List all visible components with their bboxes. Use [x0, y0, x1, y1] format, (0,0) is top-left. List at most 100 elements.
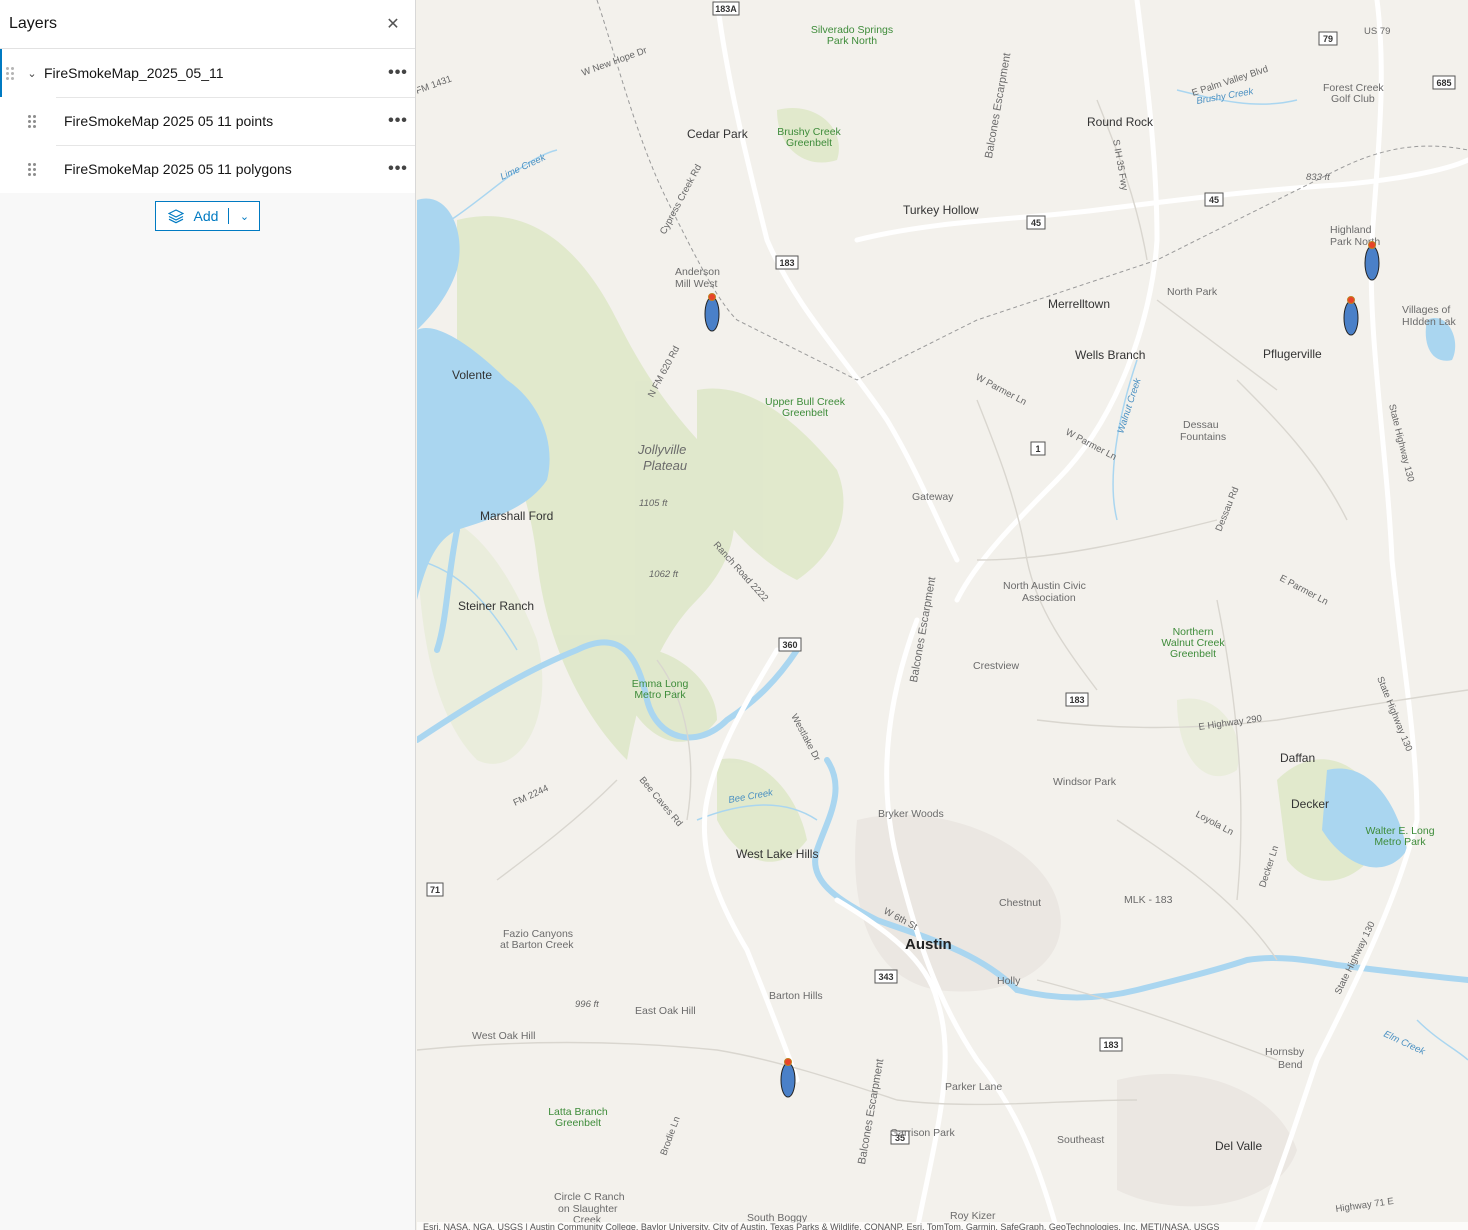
svg-text:North Park: North Park [1167, 286, 1218, 298]
svg-text:Greenbelt: Greenbelt [782, 407, 828, 419]
svg-text:Bee Caves Rd: Bee Caves Rd [637, 775, 685, 829]
svg-text:Brodie Ln: Brodie Ln [658, 1115, 682, 1157]
svg-text:Volente: Volente [452, 368, 492, 382]
svg-text:Highway 71 E: Highway 71 E [1335, 1196, 1395, 1215]
svg-text:Austin: Austin [905, 936, 952, 953]
chevron-down-icon[interactable]: ⌄ [24, 67, 40, 80]
svg-text:Windsor Park: Windsor Park [1053, 776, 1117, 788]
svg-text:Villages of: Villages of [1402, 304, 1450, 316]
fire-marker-icon [704, 293, 720, 332]
divider [56, 97, 415, 98]
svg-text:685: 685 [1436, 78, 1451, 88]
svg-text:Southeast: Southeast [1057, 1134, 1104, 1146]
layer-name: FireSmokeMap 2025 05 11 polygons [64, 161, 292, 177]
svg-text:Barton Hills: Barton Hills [769, 990, 823, 1002]
fire-markers [704, 241, 1380, 1098]
add-layer-area: Add ⌄ [0, 193, 415, 231]
fire-marker-icon [1343, 296, 1359, 336]
svg-text:183: 183 [1103, 1040, 1118, 1050]
add-layer-button[interactable]: Add ⌄ [154, 201, 261, 231]
svg-text:183: 183 [779, 258, 794, 268]
svg-text:Round Rock: Round Rock [1087, 115, 1154, 129]
svg-text:Greenbelt: Greenbelt [786, 137, 832, 149]
svg-text:Loyola Ln: Loyola Ln [1194, 809, 1236, 838]
svg-text:Garrison Park: Garrison Park [890, 1127, 956, 1139]
map-view[interactable]: 183A 79 685 45 45 183 1 360 183 71 343 1… [417, 0, 1468, 1230]
svg-text:360: 360 [782, 640, 797, 650]
drag-handle-icon[interactable] [28, 114, 36, 128]
svg-text:W Parmer Ln: W Parmer Ln [1064, 427, 1119, 463]
svg-text:Daffan: Daffan [1280, 751, 1315, 765]
svg-text:1105 ft: 1105 ft [639, 498, 668, 509]
svg-text:FM 1431: FM 1431 [417, 74, 453, 97]
more-options-icon[interactable]: ••• [381, 160, 415, 178]
svg-text:Decker Ln: Decker Ln [1257, 844, 1281, 889]
svg-text:HIdden Lak: HIdden Lak [1402, 316, 1456, 328]
svg-text:Turkey Hollow: Turkey Hollow [903, 203, 979, 217]
svg-text:N FM 620 Rd: N FM 620 Rd [646, 344, 682, 399]
svg-text:Circle C Ranch: Circle C Ranch [554, 1191, 625, 1203]
more-options-icon[interactable]: ••• [381, 64, 415, 82]
drag-handle-icon[interactable] [28, 162, 36, 176]
layers-icon [167, 209, 184, 224]
svg-text:W New Hope Dr: W New Hope Dr [580, 45, 648, 79]
svg-text:Del Valle: Del Valle [1215, 1139, 1262, 1153]
svg-text:833 ft: 833 ft [1306, 172, 1330, 183]
layer-row-polygons[interactable]: FireSmokeMap 2025 05 11 polygons ••• [0, 145, 415, 193]
svg-text:Bryker Woods: Bryker Woods [878, 808, 944, 820]
svg-text:343: 343 [878, 972, 893, 982]
svg-text:East Oak Hill: East Oak Hill [635, 1005, 696, 1017]
svg-text:Steiner Ranch: Steiner Ranch [458, 599, 534, 613]
svg-text:Decker: Decker [1291, 797, 1329, 811]
svg-text:Wells Branch: Wells Branch [1075, 348, 1145, 362]
svg-text:Cedar Park: Cedar Park [687, 127, 749, 141]
svg-text:Hornsby: Hornsby [1265, 1046, 1305, 1058]
svg-text:996 ft: 996 ft [575, 999, 599, 1010]
svg-text:Balcones Escarpment: Balcones Escarpment [856, 1058, 886, 1165]
chevron-down-icon[interactable]: ⌄ [229, 202, 259, 230]
map-attribution: Esri, NASA, NGA, USGS | Austin Community… [417, 1222, 1468, 1230]
svg-text:E Parmer Ln: E Parmer Ln [1278, 573, 1330, 608]
svg-text:Greenbelt: Greenbelt [1170, 648, 1216, 660]
panel-title: Layers [9, 15, 58, 32]
svg-text:Bend: Bend [1278, 1059, 1303, 1071]
svg-text:Golf Club: Golf Club [1331, 93, 1375, 105]
svg-text:Greenbelt: Greenbelt [555, 1117, 601, 1129]
add-button-main[interactable]: Add [156, 202, 229, 230]
add-button-label: Add [193, 208, 219, 224]
layer-group-name: FireSmokeMap_2025_05_11 [44, 65, 224, 81]
layers-panel: Layers ✕ ⌄ FireSmokeMap_2025_05_11 ••• F… [0, 0, 416, 1230]
svg-text:Metro Park: Metro Park [1374, 836, 1426, 848]
close-icon[interactable]: ✕ [381, 12, 405, 36]
svg-text:71: 71 [430, 885, 440, 895]
svg-text:West Oak Hill: West Oak Hill [472, 1030, 535, 1042]
svg-text:Association: Association [1022, 592, 1076, 604]
layer-group-row[interactable]: ⌄ FireSmokeMap_2025_05_11 ••• [0, 49, 415, 97]
svg-text:Dessau Rd: Dessau Rd [1214, 485, 1242, 533]
svg-text:Metro Park: Metro Park [634, 689, 686, 701]
svg-text:Balcones Escarpment: Balcones Escarpment [983, 52, 1013, 159]
svg-text:1: 1 [1035, 444, 1040, 454]
svg-text:Fountains: Fountains [1180, 431, 1226, 443]
svg-text:1062 ft: 1062 ft [649, 569, 678, 580]
svg-text:West Lake Hills: West Lake Hills [736, 847, 818, 861]
layers-panel-header: Layers ✕ [0, 0, 415, 49]
svg-text:Elm Creek: Elm Creek [1382, 1029, 1428, 1058]
svg-text:Parker Lane: Parker Lane [945, 1081, 1002, 1093]
svg-text:Roy Kizer: Roy Kizer [950, 1210, 996, 1222]
svg-text:183: 183 [1069, 695, 1084, 705]
svg-text:W Parmer Ln: W Parmer Ln [974, 372, 1029, 408]
svg-text:Park North: Park North [827, 35, 877, 47]
basemap[interactable]: 183A 79 685 45 45 183 1 360 183 71 343 1… [417, 0, 1468, 1230]
drag-handle-icon[interactable] [6, 66, 14, 80]
svg-text:Chestnut: Chestnut [999, 897, 1041, 909]
svg-text:MLK - 183: MLK - 183 [1124, 894, 1173, 906]
svg-text:Westlake Dr: Westlake Dr [788, 712, 822, 763]
layer-name: FireSmokeMap 2025 05 11 points [64, 113, 274, 129]
svg-text:Holly: Holly [997, 975, 1021, 987]
layer-list: ⌄ FireSmokeMap_2025_05_11 ••• FireSmokeM… [0, 49, 415, 193]
more-options-icon[interactable]: ••• [381, 112, 415, 130]
svg-text:Gateway: Gateway [912, 491, 954, 503]
layer-row-points[interactable]: FireSmokeMap 2025 05 11 points ••• [0, 97, 415, 145]
svg-text:79: 79 [1323, 34, 1333, 44]
